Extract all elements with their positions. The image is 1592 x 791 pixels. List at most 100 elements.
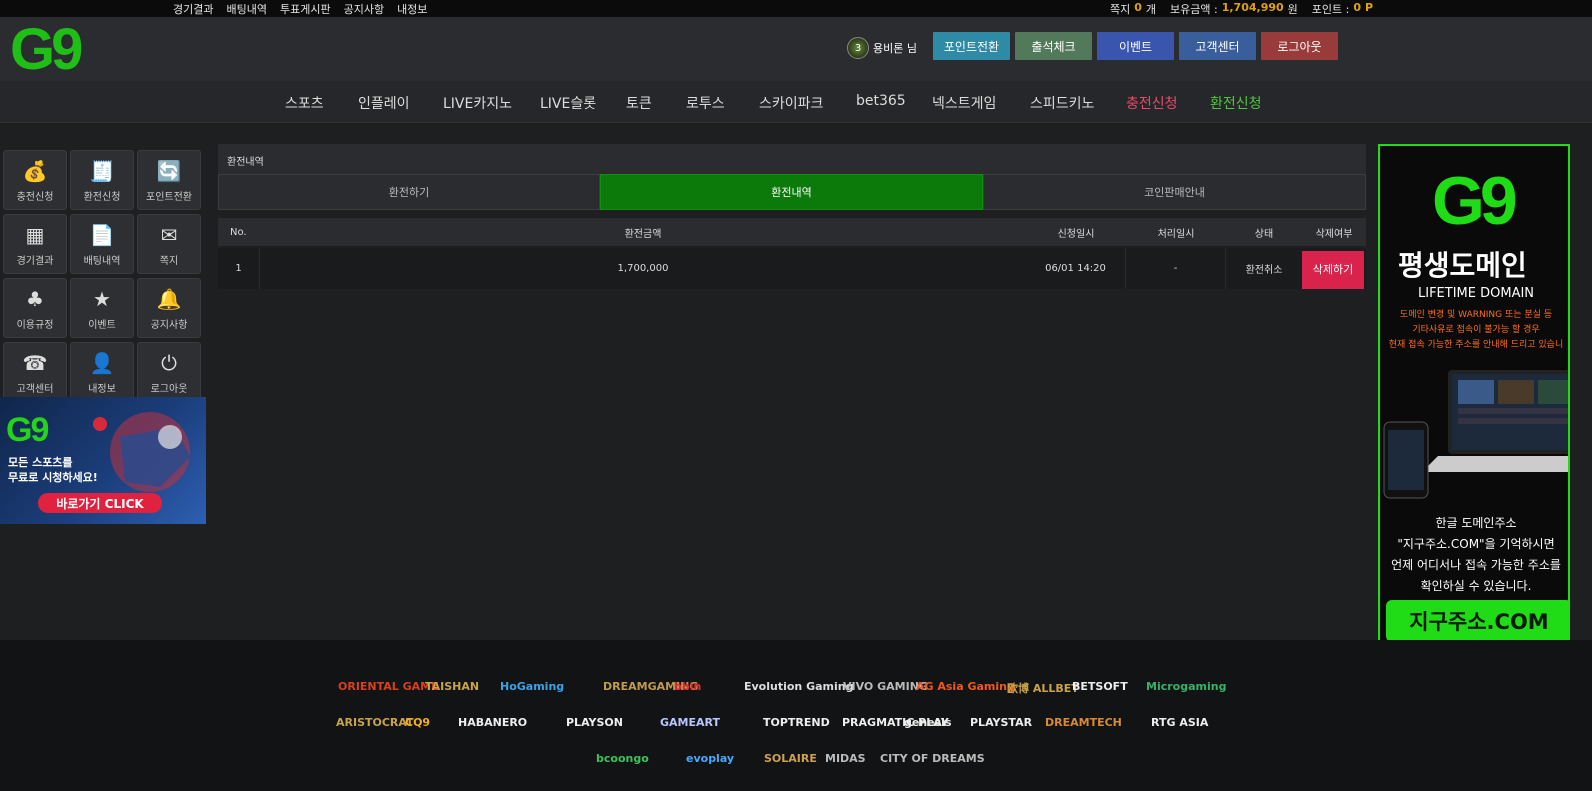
level-badge: 3 bbox=[847, 37, 869, 59]
ad-notice-2: 기타사유로 접속이 불가능 할 경우 bbox=[1412, 325, 1540, 335]
delete-button[interactable]: 삭제하기 bbox=[1302, 251, 1364, 289]
sidebar-item-8[interactable]: 🔔 공지사항 bbox=[137, 278, 201, 338]
column-header-2: 신청일시 bbox=[1057, 228, 1095, 240]
top-link-2[interactable]: 투표게시판 bbox=[280, 1, 331, 17]
row-status: 환전취소 bbox=[1245, 265, 1283, 276]
table-header: No. 환전금액 신청일시 처리일시 상태 삭제여부 bbox=[218, 218, 1366, 246]
nav-item-1[interactable]: 인플레이 bbox=[358, 93, 410, 113]
column-header-5: 삭제여부 bbox=[1315, 228, 1353, 240]
header-button-2[interactable]: 이벤트 bbox=[1097, 32, 1174, 60]
lifetime-domain-ad[interactable]: G9 평생도메인 LIFETIME DOMAIN 도메인 변경 및 WARNIN… bbox=[1378, 144, 1570, 649]
sidebar-item-2[interactable]: 🔄 포인트전환 bbox=[137, 150, 201, 210]
ad-domain-badge[interactable]: 지구주소.COM bbox=[1386, 600, 1568, 642]
nav-item-3[interactable]: LIVE슬롯 bbox=[540, 93, 596, 113]
sports-stream-banner[interactable]: G9 모든 스포츠를 무료로 시청하세요! 바로가기 CLICK bbox=[0, 397, 206, 524]
nav-item-7[interactable]: bet365 bbox=[856, 93, 906, 109]
ad-logo-icon: G9 bbox=[1432, 163, 1521, 234]
tab-0[interactable]: 환전하기 bbox=[218, 174, 600, 210]
sidebar-item-7[interactable]: ★ 이벤트 bbox=[70, 278, 134, 338]
balance-label: 보유금액 : bbox=[1170, 3, 1218, 16]
envelope-icon: ✉ bbox=[160, 223, 178, 247]
point-unit: P bbox=[1365, 1, 1374, 14]
sidebar-item-10[interactable]: 👤 내정보 bbox=[70, 342, 134, 402]
bell-icon: 🔔 bbox=[156, 287, 182, 311]
provider-logo-19: PLAYSTAR bbox=[970, 716, 1033, 729]
provider-logo-9: BETSOFT bbox=[1072, 680, 1128, 693]
sidebar-item-label: 고객센터 bbox=[16, 384, 54, 395]
balance-value: 1,704,990 bbox=[1221, 1, 1284, 14]
sidebar-item-6[interactable]: ♣ 이용규정 bbox=[3, 278, 67, 338]
account-summary: 쪽지 0 개 보유금액 : 1,704,990 원 포인트 : 0 P bbox=[1110, 1, 1373, 17]
tab-1[interactable]: 환전내역 bbox=[600, 174, 983, 210]
ad-title: 평생도메인 bbox=[1398, 249, 1527, 282]
provider-logo-10: Microgaming bbox=[1146, 680, 1227, 693]
nav-item-9[interactable]: 스피드키노 bbox=[1030, 93, 1094, 113]
provider-logo-12: CQ9 bbox=[405, 716, 431, 729]
header-button-3[interactable]: 고객센터 bbox=[1179, 32, 1256, 60]
nav-item-0[interactable]: 스포츠 bbox=[285, 93, 324, 113]
sidebar-item-label: 내정보 bbox=[88, 384, 116, 395]
power-icon: ⏻ bbox=[161, 351, 177, 375]
nav-items: 스포츠 인플레이 LIVE카지노 LIVE슬롯 토큰 로투스 스카이파크 bet365 넥스트게… bbox=[0, 81, 1592, 123]
document-icon: 📄 bbox=[89, 223, 115, 247]
sidebar-item-1[interactable]: 🧾 환전신청 bbox=[70, 150, 134, 210]
memo-count: 0 bbox=[1134, 1, 1142, 14]
nav-item-10[interactable]: 충전신청 bbox=[1126, 93, 1178, 113]
column-header-4: 상태 bbox=[1254, 228, 1274, 240]
clover-icon: ♣ bbox=[26, 287, 44, 311]
sidebar-item-5[interactable]: ✉ 쪽지 bbox=[137, 214, 201, 274]
header-button-4[interactable]: 로그아웃 bbox=[1261, 32, 1338, 60]
ad-desc-4: 확인하실 수 있습니다. bbox=[1420, 579, 1532, 593]
top-link-3[interactable]: 공지사항 bbox=[344, 1, 384, 17]
provider-logo-18: genesis bbox=[904, 716, 952, 729]
header-button-1[interactable]: 출석체크 bbox=[1015, 32, 1092, 60]
nav-item-11[interactable]: 환전신청 bbox=[1210, 93, 1262, 113]
provider-logo-0: ORIENTAL GAME bbox=[338, 680, 439, 693]
sidebar-item-9[interactable]: ☎ 고객센터 bbox=[3, 342, 67, 402]
nav-item-8[interactable]: 넥스트게임 bbox=[932, 93, 996, 113]
nav-item-6[interactable]: 스카이파크 bbox=[759, 93, 823, 113]
memo-unit: 개 bbox=[1145, 3, 1157, 16]
row-no: 1 bbox=[218, 248, 260, 289]
sidebar-item-label: 환전신청 bbox=[83, 192, 121, 203]
sidebar-item-0[interactable]: 💰 충전신청 bbox=[3, 150, 67, 210]
footer-providers: ORIENTAL GAME TAISHAN HoGaming DREAMGAMING b… bbox=[0, 640, 1592, 791]
nav-item-5[interactable]: 로투스 bbox=[686, 93, 725, 113]
banner-line-1: 모든 스포츠를 bbox=[8, 456, 73, 469]
top-bar: 경기결과 배팅내역 투표게시판 공지사항 내정보 쪽지 0 개 보유금액 : 1,704… bbox=[0, 0, 1592, 17]
nav-item-2[interactable]: LIVE카지노 bbox=[443, 93, 512, 113]
site-logo[interactable]: G9 bbox=[10, 17, 110, 82]
sidebar-item-label: 쪽지 bbox=[159, 256, 179, 267]
provider-logo-22: bcoongo bbox=[596, 752, 649, 765]
sidebar-item-11[interactable]: ⏻ 로그아웃 bbox=[137, 342, 201, 402]
money-bag-icon: 💰 bbox=[22, 159, 48, 183]
sidebar-item-3[interactable]: ▦ 경기결과 bbox=[3, 214, 67, 274]
sidebar-item-label: 포인트전환 bbox=[146, 192, 192, 203]
tab-2[interactable]: 코인판매안내 bbox=[983, 174, 1366, 210]
memo-label[interactable]: 쪽지 bbox=[1110, 1, 1130, 17]
provider-logo-13: HABANERO bbox=[458, 716, 528, 729]
ad-desc-2: "지구주소.COM"을 기억하시면 bbox=[1397, 537, 1555, 551]
sidebar-item-label: 공지사항 bbox=[150, 320, 188, 331]
top-link-4[interactable]: 내정보 bbox=[397, 1, 427, 17]
banner-cta-button[interactable]: 바로가기 CLICK bbox=[38, 493, 162, 513]
top-link-1[interactable]: 배팅내역 bbox=[226, 1, 266, 17]
main-nav: 스포츠 인플레이 LIVE카지노 LIVE슬롯 토큰 로투스 스카이파크 bet365 넥스트게… bbox=[0, 81, 1592, 123]
header-button-0[interactable]: 포인트전환 bbox=[933, 32, 1010, 60]
sidebar-item-label: 로그아웃 bbox=[150, 384, 188, 395]
point-value: 0 bbox=[1353, 1, 1361, 14]
star-icon: ★ bbox=[93, 287, 111, 311]
sidebar-item-4[interactable]: 📄 배팅내역 bbox=[70, 214, 134, 274]
nav-item-4[interactable]: 토큰 bbox=[626, 93, 652, 113]
laptop-phone-illustration-icon bbox=[1383, 370, 1568, 499]
column-header-0: No. bbox=[230, 226, 247, 238]
header-buttons: 포인트전환 출석체크 이벤트 고객센터 로그아웃 bbox=[933, 32, 1338, 60]
balance-unit: 원 bbox=[1287, 3, 1298, 16]
provider-logo-8: 欧博 ALLBET bbox=[1007, 682, 1079, 695]
column-header-1: 환전금액 bbox=[624, 228, 662, 240]
top-links: 경기결과 배팅내역 투표게시판 공지사항 내정보 bbox=[173, 1, 427, 17]
banner-line-2: 무료로 시청하세요! bbox=[8, 471, 98, 484]
provider-logo-2: HoGaming bbox=[500, 680, 565, 693]
top-link-0[interactable]: 경기결과 bbox=[173, 1, 213, 17]
user-icon: 👤 bbox=[89, 351, 115, 375]
